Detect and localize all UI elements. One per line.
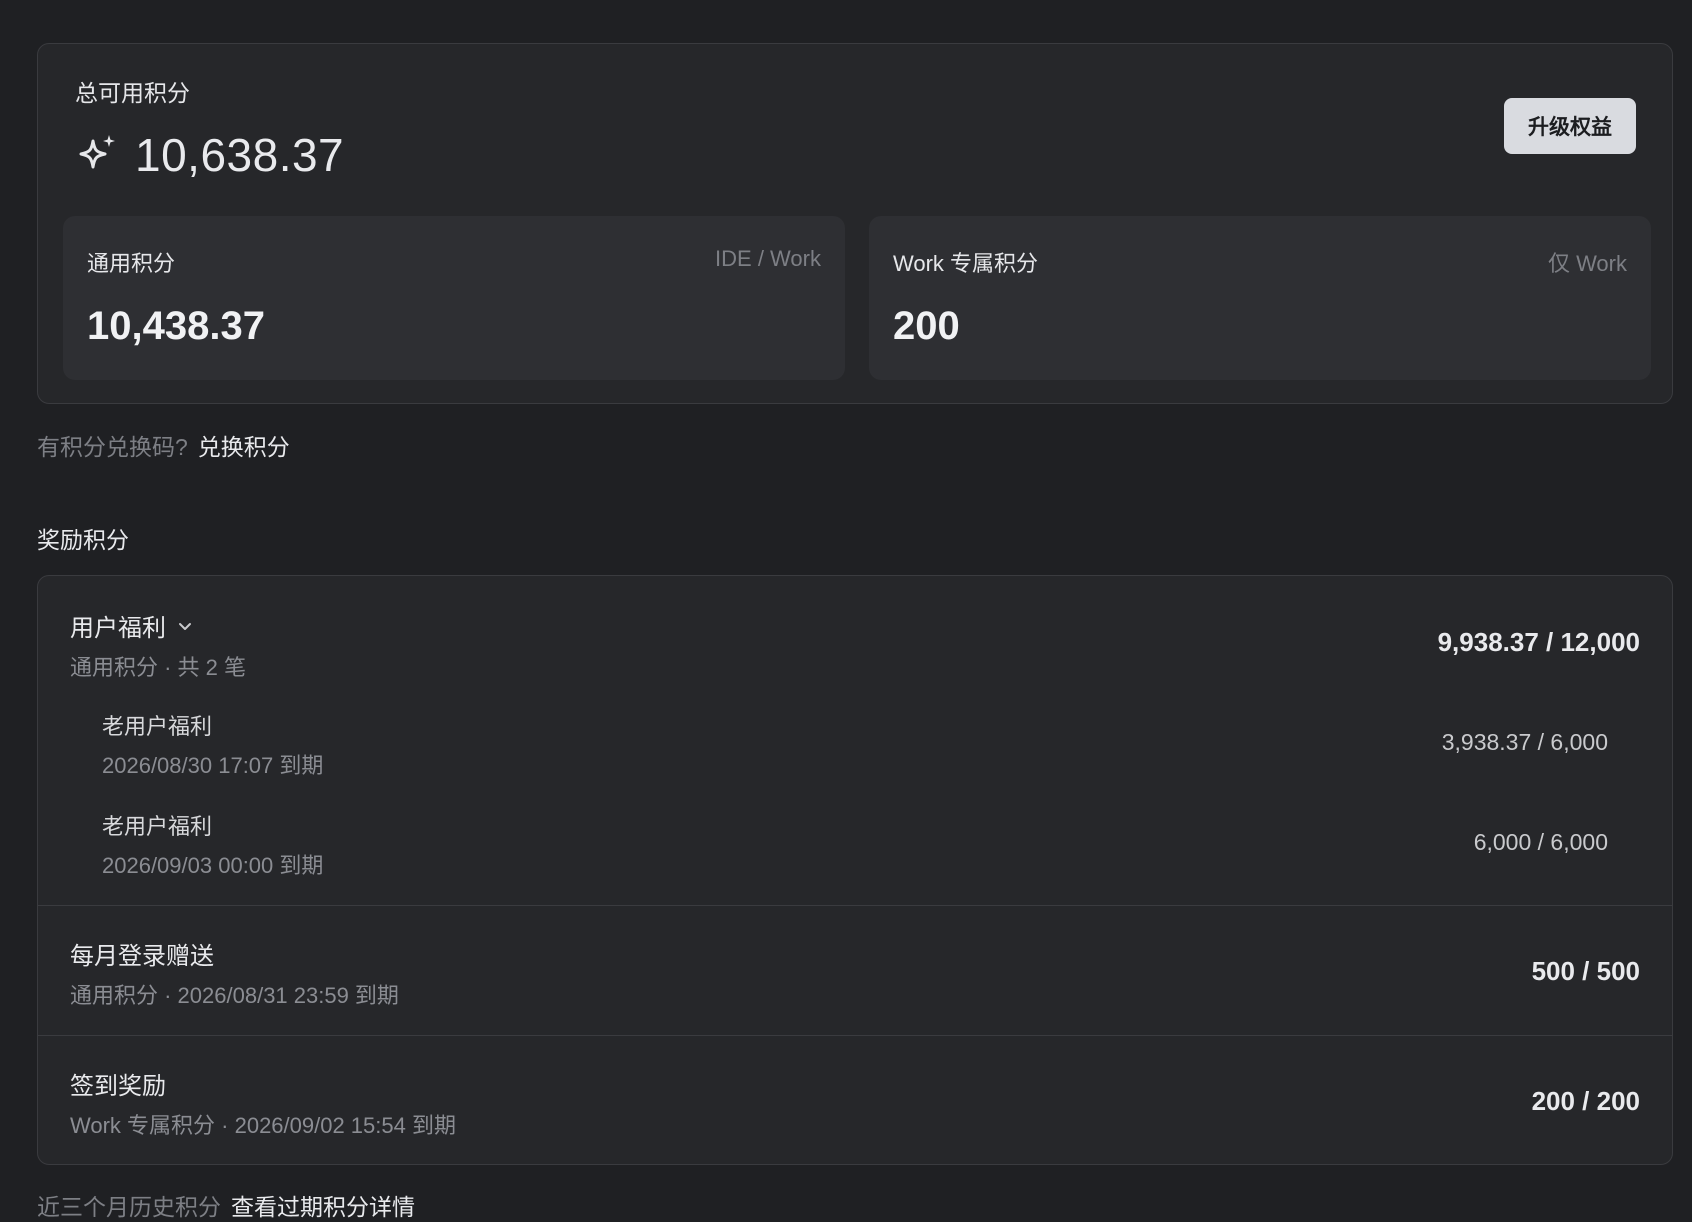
monthly-login-group: 每月登录赠送 通用积分 · 2026/08/31 23:59 到期 500 / …: [38, 905, 1672, 1035]
general-credits-scope: IDE / Work: [715, 246, 821, 271]
user-benefit-group: 用户福利 通用积分 · 共 2 笔 9,938.37 / 12,000 老用户福…: [38, 576, 1672, 905]
total-credits-value: 10,638.37: [135, 129, 345, 181]
redeem-prompt: 有积分兑换码?: [37, 434, 188, 460]
checkin-reward-amount: 200 / 200: [1531, 1086, 1640, 1116]
redeem-row: 有积分兑换码? 兑换积分: [37, 428, 290, 462]
general-credits-value: 10,438.37: [87, 304, 265, 348]
history-row: 近三个月历史积分 查看过期积分详情: [37, 1188, 415, 1222]
general-credits-card: 通用积分 IDE / Work 10,438.37: [63, 216, 845, 380]
benefit-item-title: 老用户福利: [102, 714, 213, 739]
work-credits-scope: 仅 Work: [1547, 251, 1627, 276]
checkin-reward-title: 签到奖励: [70, 1073, 166, 1100]
benefit-item-amount: 6,000 / 6,000: [1473, 829, 1608, 855]
expired-credits-link[interactable]: 查看过期积分详情: [231, 1194, 415, 1220]
monthly-login-subtitle: 通用积分 · 2026/08/31 23:59 到期: [70, 983, 399, 1008]
checkin-reward-subtitle: Work 专属积分 · 2026/09/02 15:54 到期: [70, 1113, 456, 1138]
checkin-reward-group: 签到奖励 Work 专属积分 · 2026/09/02 15:54 到期 200…: [38, 1035, 1672, 1164]
monthly-login-amount: 500 / 500: [1531, 956, 1640, 986]
total-credits-label: 总可用积分: [75, 80, 190, 106]
credits-page: 总可用积分 10,638.37 升级权益 通用积分 IDE / Work 10,…: [0, 0, 1692, 1222]
user-benefit-subtitle: 通用积分 · 共 2 笔: [70, 655, 247, 680]
sparkle-icon: [79, 135, 115, 169]
work-credits-value: 200: [893, 304, 960, 348]
upgrade-button[interactable]: 升级权益: [1504, 98, 1636, 154]
benefit-item-amount: 3,938.37 / 6,000: [1441, 729, 1608, 755]
user-benefit-toggle[interactable]: 用户福利: [70, 608, 194, 643]
user-benefit-amount: 9,938.37 / 12,000: [1437, 627, 1640, 657]
benefit-item-title: 老用户福利: [102, 814, 213, 839]
rewards-card: 用户福利 通用积分 · 共 2 笔 9,938.37 / 12,000 老用户福…: [37, 575, 1673, 1165]
history-prompt: 近三个月历史积分: [37, 1194, 221, 1220]
redeem-link[interactable]: 兑换积分: [198, 434, 290, 460]
user-benefit-title: 用户福利: [70, 615, 166, 642]
benefit-item-expiry: 2026/08/30 17:07 到期: [102, 753, 324, 778]
total-credits-card: 总可用积分 10,638.37 升级权益 通用积分 IDE / Work 10,…: [37, 43, 1673, 404]
chevron-down-icon: [179, 622, 191, 630]
work-credits-card: Work 专属积分 仅 Work 200: [869, 216, 1651, 380]
work-credits-title: Work 专属积分: [893, 251, 1039, 276]
benefit-item-expiry: 2026/09/03 00:00 到期: [102, 853, 324, 878]
total-credits-row: 10,638.37: [75, 128, 344, 182]
monthly-login-title: 每月登录赠送: [70, 943, 214, 970]
rewards-section-title: 奖励积分: [37, 527, 129, 553]
general-credits-title: 通用积分: [87, 251, 176, 276]
